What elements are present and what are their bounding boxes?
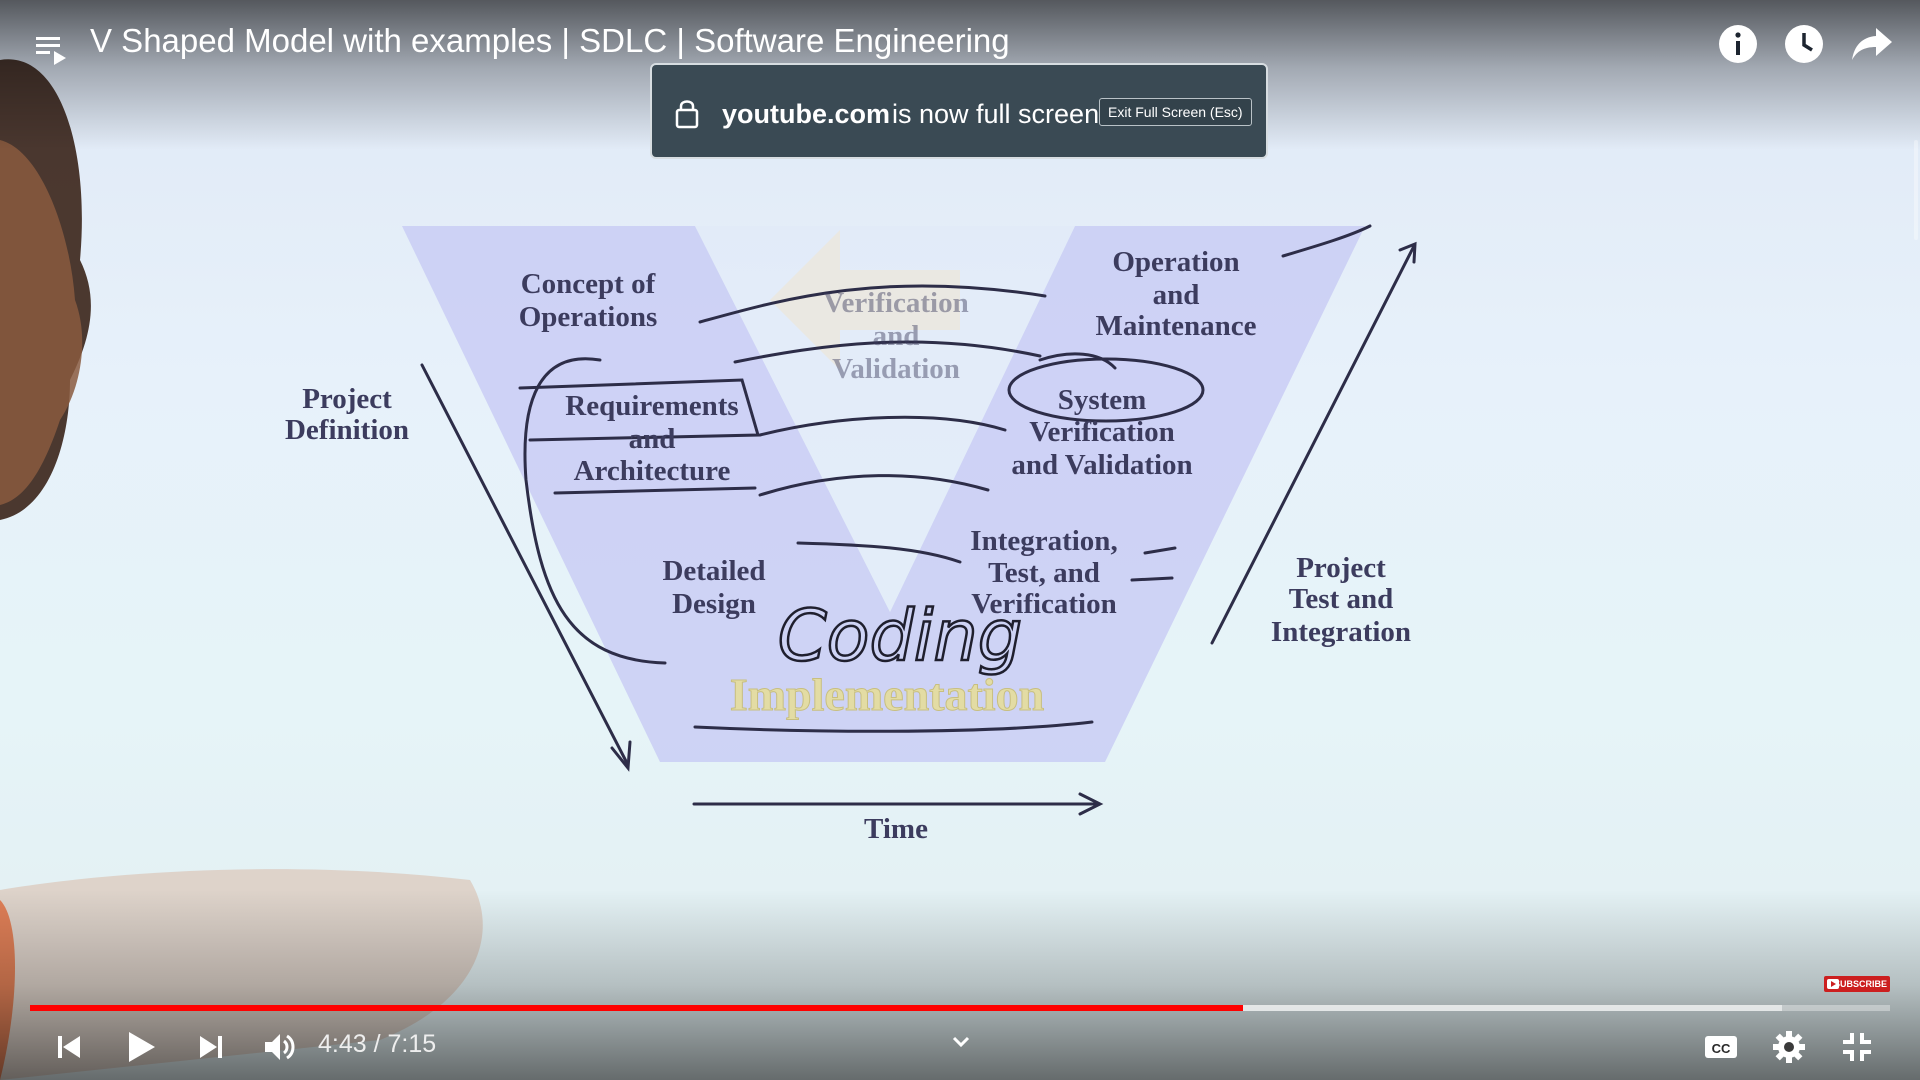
scrollbar[interactable]	[1914, 140, 1918, 240]
label-sys-3: and Validation	[1011, 449, 1192, 481]
captions-icon[interactable]: CC	[1700, 1028, 1742, 1066]
label-req-3: Architecture	[574, 455, 731, 487]
label-concept-1: Concept of	[521, 268, 656, 300]
label-verif-2: and	[873, 320, 920, 352]
label-projdef-1: Project	[302, 383, 392, 415]
arrow-project-definition-head	[610, 740, 632, 772]
share-icon[interactable]	[1848, 22, 1896, 66]
label-sys-2: Verification	[1029, 416, 1175, 448]
play-icon[interactable]	[118, 1026, 162, 1068]
fullscreen-notice: youtube.com is now full screen Exit Full…	[650, 63, 1268, 159]
volume-icon[interactable]	[258, 1026, 302, 1068]
label-verif-3: Validation	[832, 353, 960, 385]
progress-played	[30, 1005, 1243, 1011]
subscribe-label: SUBSCRIBE	[1833, 979, 1887, 989]
progress-bar[interactable]	[30, 1005, 1890, 1011]
label-opmaint-1: Operation	[1112, 246, 1239, 278]
label-projtest-2: Test and	[1289, 583, 1394, 615]
label-integ-1: Integration,	[970, 525, 1117, 557]
label-sys-1: System	[1058, 384, 1147, 416]
chevron-down-icon[interactable]	[948, 1030, 974, 1054]
label-projtest-3: Integration	[1271, 616, 1411, 648]
subscribe-play-icon	[1827, 979, 1839, 989]
label-verif-1: Verification	[823, 287, 969, 319]
lock-icon	[675, 100, 699, 129]
label-detailed-2: Design	[672, 588, 756, 620]
label-projtest-1: Project	[1296, 552, 1386, 584]
label-integ-2: Test, and	[988, 557, 1100, 589]
exit-fullscreen-button[interactable]: Exit Full Screen (Esc)	[1099, 98, 1252, 126]
time-display: 4:43 / 7:15	[318, 1030, 437, 1058]
info-icon[interactable]	[1716, 22, 1760, 66]
gear-icon[interactable]	[1768, 1026, 1810, 1068]
playlist-icon[interactable]	[28, 26, 72, 70]
svg-text:CC: CC	[1712, 1041, 1731, 1056]
label-concept-2: Operations	[519, 301, 658, 333]
label-req-2: and	[629, 423, 676, 455]
label-opmaint-3: Maintenance	[1095, 310, 1256, 342]
video-title[interactable]: V Shaped Model with examples | SDLC | So…	[90, 22, 1010, 60]
label-detailed-1: Detailed	[662, 555, 765, 587]
fullscreen-domain: youtube.com	[722, 99, 891, 129]
fullscreen-message: is now full screen	[892, 99, 1100, 129]
subscribe-badge[interactable]: SUBSCRIBE	[1824, 976, 1890, 992]
exit-fullscreen-icon[interactable]	[1836, 1026, 1878, 1068]
label-time: Time	[864, 813, 928, 845]
label-opmaint-2: and	[1153, 279, 1200, 311]
stroke-integ-2	[1130, 576, 1174, 582]
clock-icon[interactable]	[1782, 22, 1826, 66]
label-coding: Coding	[778, 595, 1022, 677]
label-implementation: Implementation	[730, 669, 1044, 720]
skip-previous-icon[interactable]	[48, 1028, 88, 1066]
video-player[interactable]: Concept of Operations Verification and V…	[0, 0, 1920, 1080]
label-projdef-2: Definition	[285, 414, 409, 446]
skip-next-icon[interactable]	[192, 1028, 232, 1066]
label-req-1: Requirements	[565, 390, 738, 422]
